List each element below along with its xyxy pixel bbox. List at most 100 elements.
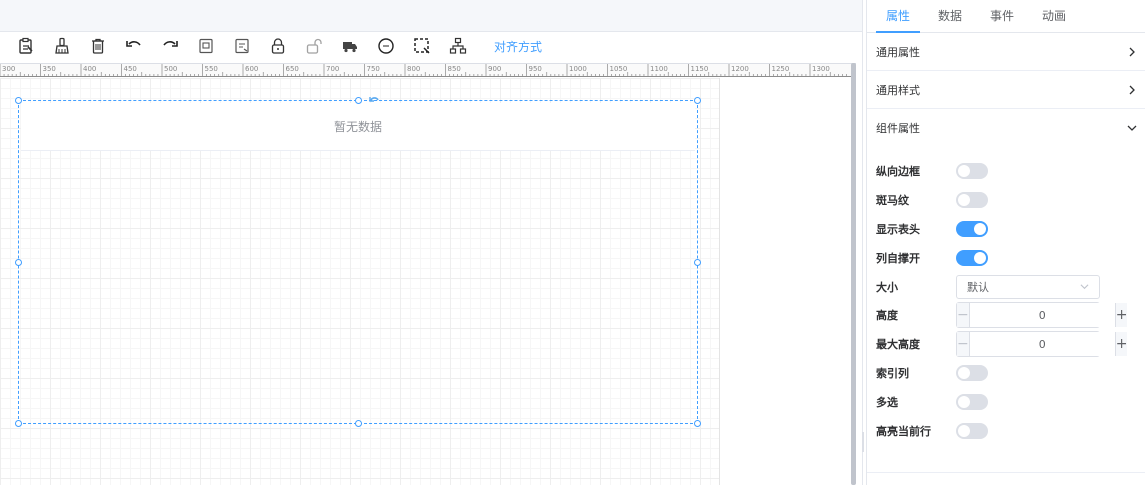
ruler-label: 550 xyxy=(205,65,218,73)
resize-handle-bottom-left[interactable] xyxy=(15,420,22,427)
tab-events[interactable]: 事件 xyxy=(976,0,1028,32)
tab-animation[interactable]: 动画 xyxy=(1028,0,1080,32)
max-height-stepper: − + xyxy=(956,331,1128,358)
ellipsis-circle-icon xyxy=(378,38,394,54)
multi-select-switch[interactable] xyxy=(956,393,988,410)
paste-icon xyxy=(19,37,33,54)
brush-button[interactable] xyxy=(44,33,80,59)
section-common-styles[interactable]: 通用样式 xyxy=(867,71,1145,109)
prop-label: 索引列 xyxy=(876,366,909,380)
max-height-increment-button[interactable]: + xyxy=(1114,332,1128,357)
design-canvas[interactable]: 暂无数据 xyxy=(0,78,850,485)
editor-area: 对齐方式 300 350 400 450 500 550 600 650 700 750 800 85… xyxy=(0,0,862,485)
prop-stripe: 斑马纹 xyxy=(876,186,1136,215)
delete-button[interactable] xyxy=(80,33,116,59)
canvas-scrollbar[interactable] xyxy=(851,63,856,485)
divider-grip[interactable] xyxy=(862,432,864,452)
horizontal-ruler: 300 350 400 450 500 550 600 650 700 750 800 850 900 9… xyxy=(0,63,856,77)
height-increment-button[interactable]: + xyxy=(1114,303,1128,328)
ruler-label: 800 xyxy=(407,65,420,73)
editor-topbar xyxy=(0,0,862,32)
export-button[interactable] xyxy=(224,33,260,59)
prop-size: 大小 默认 xyxy=(876,272,1136,301)
prop-label: 最大高度 xyxy=(876,338,920,352)
ruler-label: 750 xyxy=(367,65,380,73)
chevron-down-icon xyxy=(1080,284,1089,290)
property-panel: 属性 数据 事件 动画 通用属性 通用样式 组件属性 纵向边框 斑马纹 显示表头… xyxy=(866,0,1145,485)
select-area-icon xyxy=(414,38,430,54)
prop-label: 纵向边框 xyxy=(876,165,920,179)
resize-handle-bottom-right[interactable] xyxy=(694,420,701,427)
ruler-label: 1100 xyxy=(650,65,668,73)
tab-data[interactable]: 数据 xyxy=(924,0,976,32)
import-button[interactable] xyxy=(188,33,224,59)
fit-columns-switch[interactable] xyxy=(956,249,988,266)
table-component[interactable]: 暂无数据 xyxy=(15,97,701,427)
ruler-label: 500 xyxy=(164,65,177,73)
unlock-button[interactable] xyxy=(296,33,332,59)
undo-icon xyxy=(126,41,141,47)
ruler-label: 1250 xyxy=(772,65,790,73)
panel-tabs: 属性 数据 事件 动画 xyxy=(867,0,1145,33)
lock-icon xyxy=(271,38,285,54)
ruler-label: 450 xyxy=(124,65,137,73)
height-decrement-button[interactable]: − xyxy=(957,303,970,328)
section-title: 组件属性 xyxy=(876,122,920,135)
section-common-properties[interactable]: 通用属性 xyxy=(867,33,1145,71)
prop-index-column: 索引列 xyxy=(876,359,1136,388)
ruler-label: 350 xyxy=(43,65,56,73)
more-button[interactable] xyxy=(368,33,404,59)
size-select[interactable]: 默认 xyxy=(956,274,1100,299)
select-area-button[interactable] xyxy=(404,33,440,59)
paste-button[interactable] xyxy=(8,33,44,59)
prop-label: 高亮当前行 xyxy=(876,424,931,438)
prop-label: 大小 xyxy=(876,280,898,294)
prop-label: 斑马纹 xyxy=(876,194,909,208)
resize-handle-top-left[interactable] xyxy=(15,97,22,104)
hierarchy-button[interactable] xyxy=(440,33,476,59)
align-menu[interactable]: 对齐方式 xyxy=(494,38,542,55)
ruler-label: 600 xyxy=(245,65,258,73)
vertical-border-switch[interactable] xyxy=(956,163,988,180)
max-height-input[interactable] xyxy=(969,332,1115,357)
ruler-label: 950 xyxy=(529,65,542,73)
ruler-label: 1150 xyxy=(691,65,709,73)
export-icon xyxy=(235,38,249,54)
prop-label: 多选 xyxy=(876,395,898,409)
panel-bottom-divider xyxy=(867,472,1145,473)
section-title: 通用样式 xyxy=(876,83,920,97)
toolbar: 对齐方式 xyxy=(0,32,862,60)
prop-show-header: 显示表头 xyxy=(876,215,1136,244)
height-input[interactable] xyxy=(969,303,1115,328)
move-button[interactable] xyxy=(332,33,368,59)
trash-icon xyxy=(92,38,104,54)
redo-button[interactable] xyxy=(152,33,188,59)
resize-handle-bottom[interactable] xyxy=(355,420,362,427)
ruler-label: 400 xyxy=(83,65,96,73)
prop-multi-select: 多选 xyxy=(876,387,1136,416)
component-props: 纵向边框 斑马纹 显示表头 列自撑开 大小 默认 高度 − 0 + 最大高度 −… xyxy=(867,157,1145,445)
tab-properties[interactable]: 属性 xyxy=(872,0,924,33)
max-height-decrement-button[interactable]: − xyxy=(957,332,970,357)
redo-icon xyxy=(163,41,178,47)
table-empty-placeholder: 暂无数据 xyxy=(21,103,695,151)
chevron-right-icon xyxy=(1129,47,1135,56)
prop-height: 高度 − + xyxy=(876,301,1136,330)
prop-vertical-border: 纵向边框 xyxy=(876,157,1136,186)
size-select-value: 默认 xyxy=(967,280,989,294)
resize-handle-top[interactable] xyxy=(355,97,362,104)
stripe-switch[interactable] xyxy=(956,192,988,209)
undo-button[interactable] xyxy=(116,33,152,59)
resize-handle-left[interactable] xyxy=(15,259,22,266)
index-column-switch[interactable] xyxy=(956,364,988,381)
highlight-current-row-switch[interactable] xyxy=(956,422,988,439)
lock-button[interactable] xyxy=(260,33,296,59)
height-stepper: − + xyxy=(956,302,1128,329)
chevron-right-icon xyxy=(1129,85,1135,94)
resize-handle-right[interactable] xyxy=(694,259,701,266)
ruler-label: 1050 xyxy=(610,65,628,73)
section-component-properties[interactable]: 组件属性 xyxy=(867,109,1145,147)
ruler-label: 300 xyxy=(2,65,15,73)
resize-handle-top-right[interactable] xyxy=(694,97,701,104)
show-header-switch[interactable] xyxy=(956,220,988,237)
